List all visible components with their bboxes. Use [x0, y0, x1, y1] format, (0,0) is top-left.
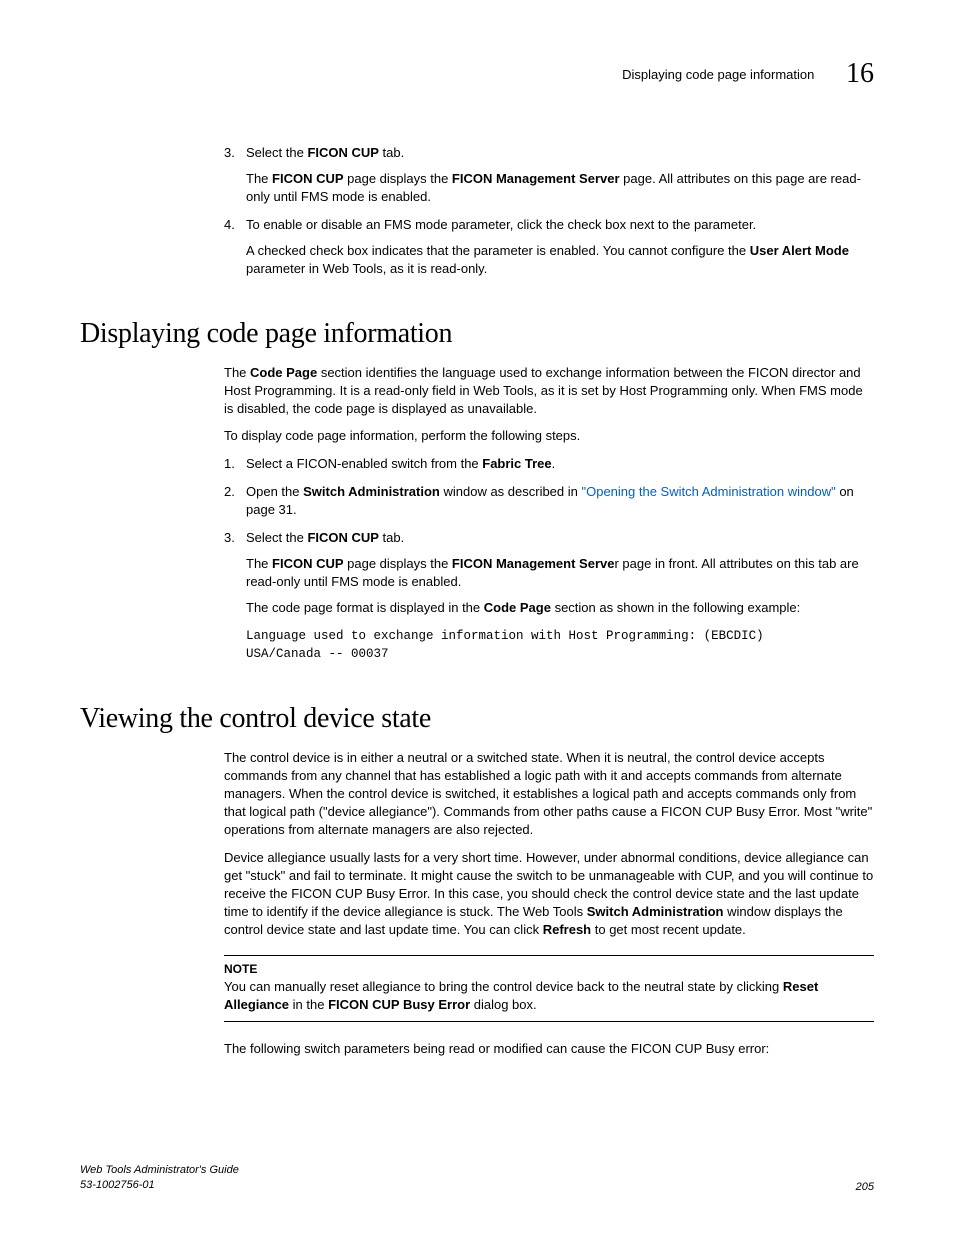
section-heading-2: Viewing the control device state: [80, 703, 874, 735]
footer-left: Web Tools Administrator's Guide 53-10027…: [80, 1163, 239, 1193]
step-number: 4.: [224, 216, 246, 278]
paragraph: The following switch parameters being re…: [224, 1040, 874, 1058]
document-page: Displaying code page information 16 3. S…: [0, 0, 954, 1235]
running-header: Displaying code page information 16: [80, 58, 874, 90]
s1-step-3-sub2: The code page format is displayed in the…: [246, 599, 874, 617]
paragraph: Device allegiance usually lasts for a ve…: [224, 849, 874, 939]
chapter-number: 16: [846, 58, 874, 89]
step-3-sub: The FICON CUP page displays the FICON Ma…: [246, 170, 874, 206]
s1-step-2: 2. Open the Switch Administration window…: [224, 483, 874, 519]
s1-step-1: 1. Select a FICON-enabled switch from th…: [224, 455, 874, 473]
paragraph: The control device is in either a neutra…: [224, 749, 874, 839]
page-footer: Web Tools Administrator's Guide 53-10027…: [80, 1163, 874, 1193]
page-number: 205: [856, 1181, 874, 1193]
section-2-body: The control device is in either a neutra…: [224, 749, 874, 1058]
doc-title: Web Tools Administrator's Guide: [80, 1163, 239, 1178]
note-title: NOTE: [224, 962, 874, 976]
step-3: 3. Select the FICON CUP tab. The FICON C…: [224, 144, 874, 206]
step-body: To enable or disable an FMS mode paramet…: [246, 216, 874, 278]
cross-ref-link[interactable]: "Opening the Switch Administration windo…: [582, 484, 836, 499]
section-heading-1: Displaying code page information: [80, 318, 874, 350]
note-box: NOTE You can manually reset allegiance t…: [224, 955, 874, 1023]
doc-number: 53-1002756-01: [80, 1178, 239, 1193]
s1-step-3: 3. Select the FICON CUP tab. The FICON C…: [224, 529, 874, 663]
code-example: Language used to exchange information wi…: [246, 627, 874, 663]
paragraph: To display code page information, perfor…: [224, 427, 874, 445]
step-4-sub: A checked check box indicates that the p…: [246, 242, 874, 278]
step-4: 4. To enable or disable an FMS mode para…: [224, 216, 874, 278]
paragraph: The Code Page section identifies the lan…: [224, 364, 874, 418]
step-body: Select the FICON CUP tab. The FICON CUP …: [246, 144, 874, 206]
section-1-body: The Code Page section identifies the lan…: [224, 364, 874, 664]
step-number: 3.: [224, 144, 246, 206]
intro-steps: 3. Select the FICON CUP tab. The FICON C…: [224, 144, 874, 278]
running-title: Displaying code page information: [622, 67, 814, 82]
note-body: You can manually reset allegiance to bri…: [224, 978, 874, 1014]
s1-step-3-sub1: The FICON CUP page displays the FICON Ma…: [246, 555, 874, 591]
